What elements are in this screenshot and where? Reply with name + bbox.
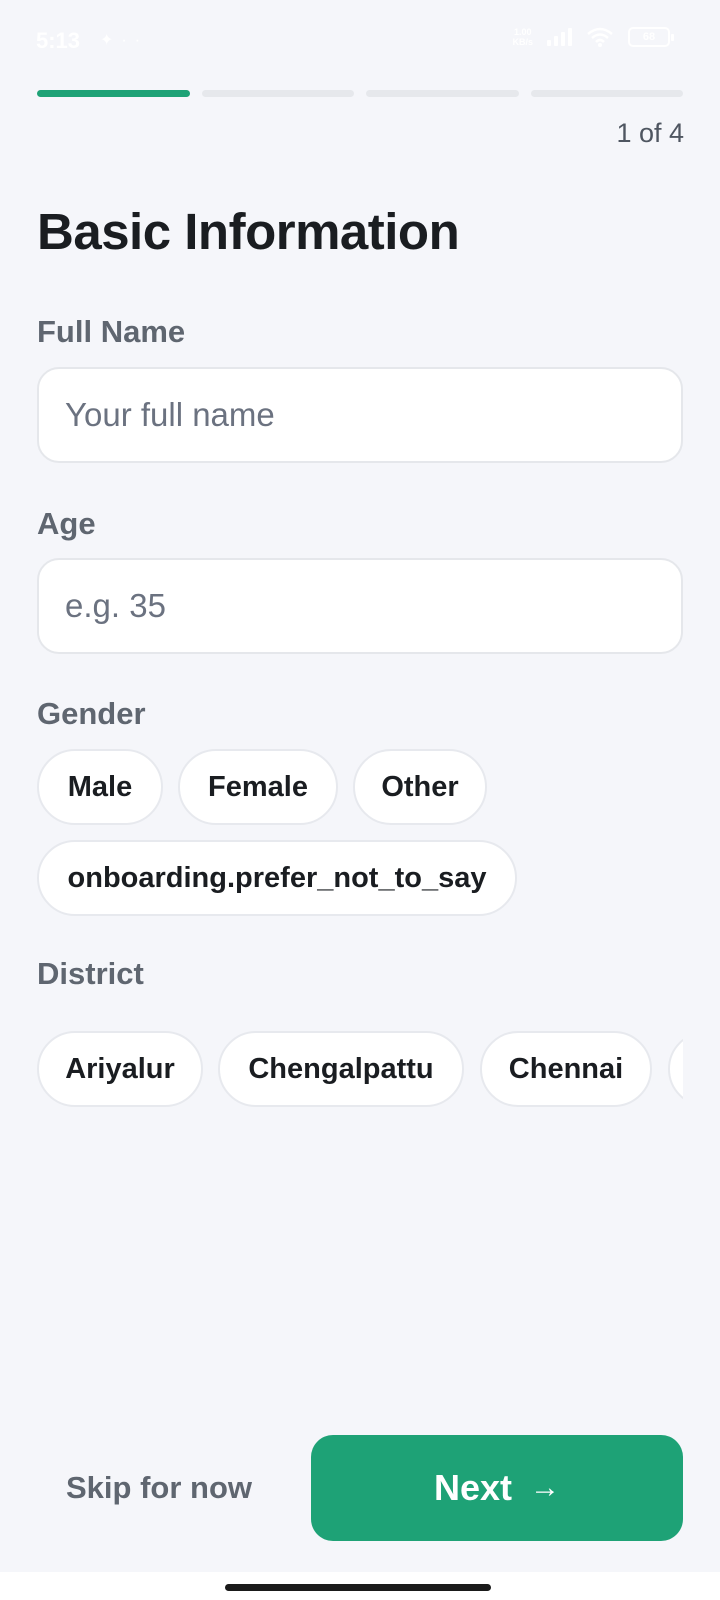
gender-chip-male[interactable]: Male <box>37 749 163 825</box>
full-name-label: Full Name <box>37 314 186 349</box>
district-chip-chengalpattu[interactable]: Chengalpattu <box>218 1031 464 1107</box>
status-time: 5:13 <box>36 28 81 53</box>
progress-step-1 <box>37 90 190 97</box>
page-title: Basic Information <box>37 203 460 260</box>
district-chip-partial[interactable] <box>668 1031 683 1107</box>
progress-step-3 <box>366 90 519 97</box>
gender-chip-other[interactable]: Other <box>353 749 487 825</box>
gender-chip-female[interactable]: Female <box>178 749 338 825</box>
status-bar: 5:13 ✦·· 1.00 KB/s 68 <box>0 0 720 82</box>
skip-button[interactable]: Skip for now <box>66 1470 252 1506</box>
district-chip-chennai[interactable]: Chennai <box>480 1031 652 1107</box>
full-name-input[interactable] <box>37 367 683 463</box>
arrow-right-icon: → <box>530 1471 561 1504</box>
onboarding-screen: 5:13 ✦·· 1.00 KB/s 68 1 of 4 Basic Infor… <box>0 0 720 1600</box>
next-button[interactable]: Next → <box>311 1435 683 1541</box>
gender-chip-prefer-not-to-say[interactable]: onboarding.prefer_not_to_say <box>37 840 517 916</box>
gender-label: Gender <box>37 696 146 731</box>
wifi-icon <box>587 27 613 47</box>
district-chip-scroller[interactable]: Ariyalur Chengalpattu Chennai <box>37 1029 683 1109</box>
step-counter: 1 of 4 <box>616 118 684 148</box>
home-indicator[interactable] <box>225 1584 491 1591</box>
progress-step-2 <box>201 90 354 97</box>
district-chip-ariyalur[interactable]: Ariyalur <box>37 1031 203 1107</box>
next-button-label: Next <box>433 1467 513 1508</box>
age-label: Age <box>37 506 96 541</box>
notification-icons: ✦·· <box>100 32 149 49</box>
district-label: District <box>37 956 144 991</box>
status-icons: 1.00 KB/s 68 <box>512 26 674 48</box>
progress-step-4 <box>530 90 683 97</box>
progress-steps <box>37 90 683 97</box>
signal-icon <box>547 28 572 46</box>
battery-icon: 68 <box>628 27 674 47</box>
age-input[interactable] <box>37 558 683 654</box>
network-speed: 1.00 KB/s <box>512 27 533 47</box>
